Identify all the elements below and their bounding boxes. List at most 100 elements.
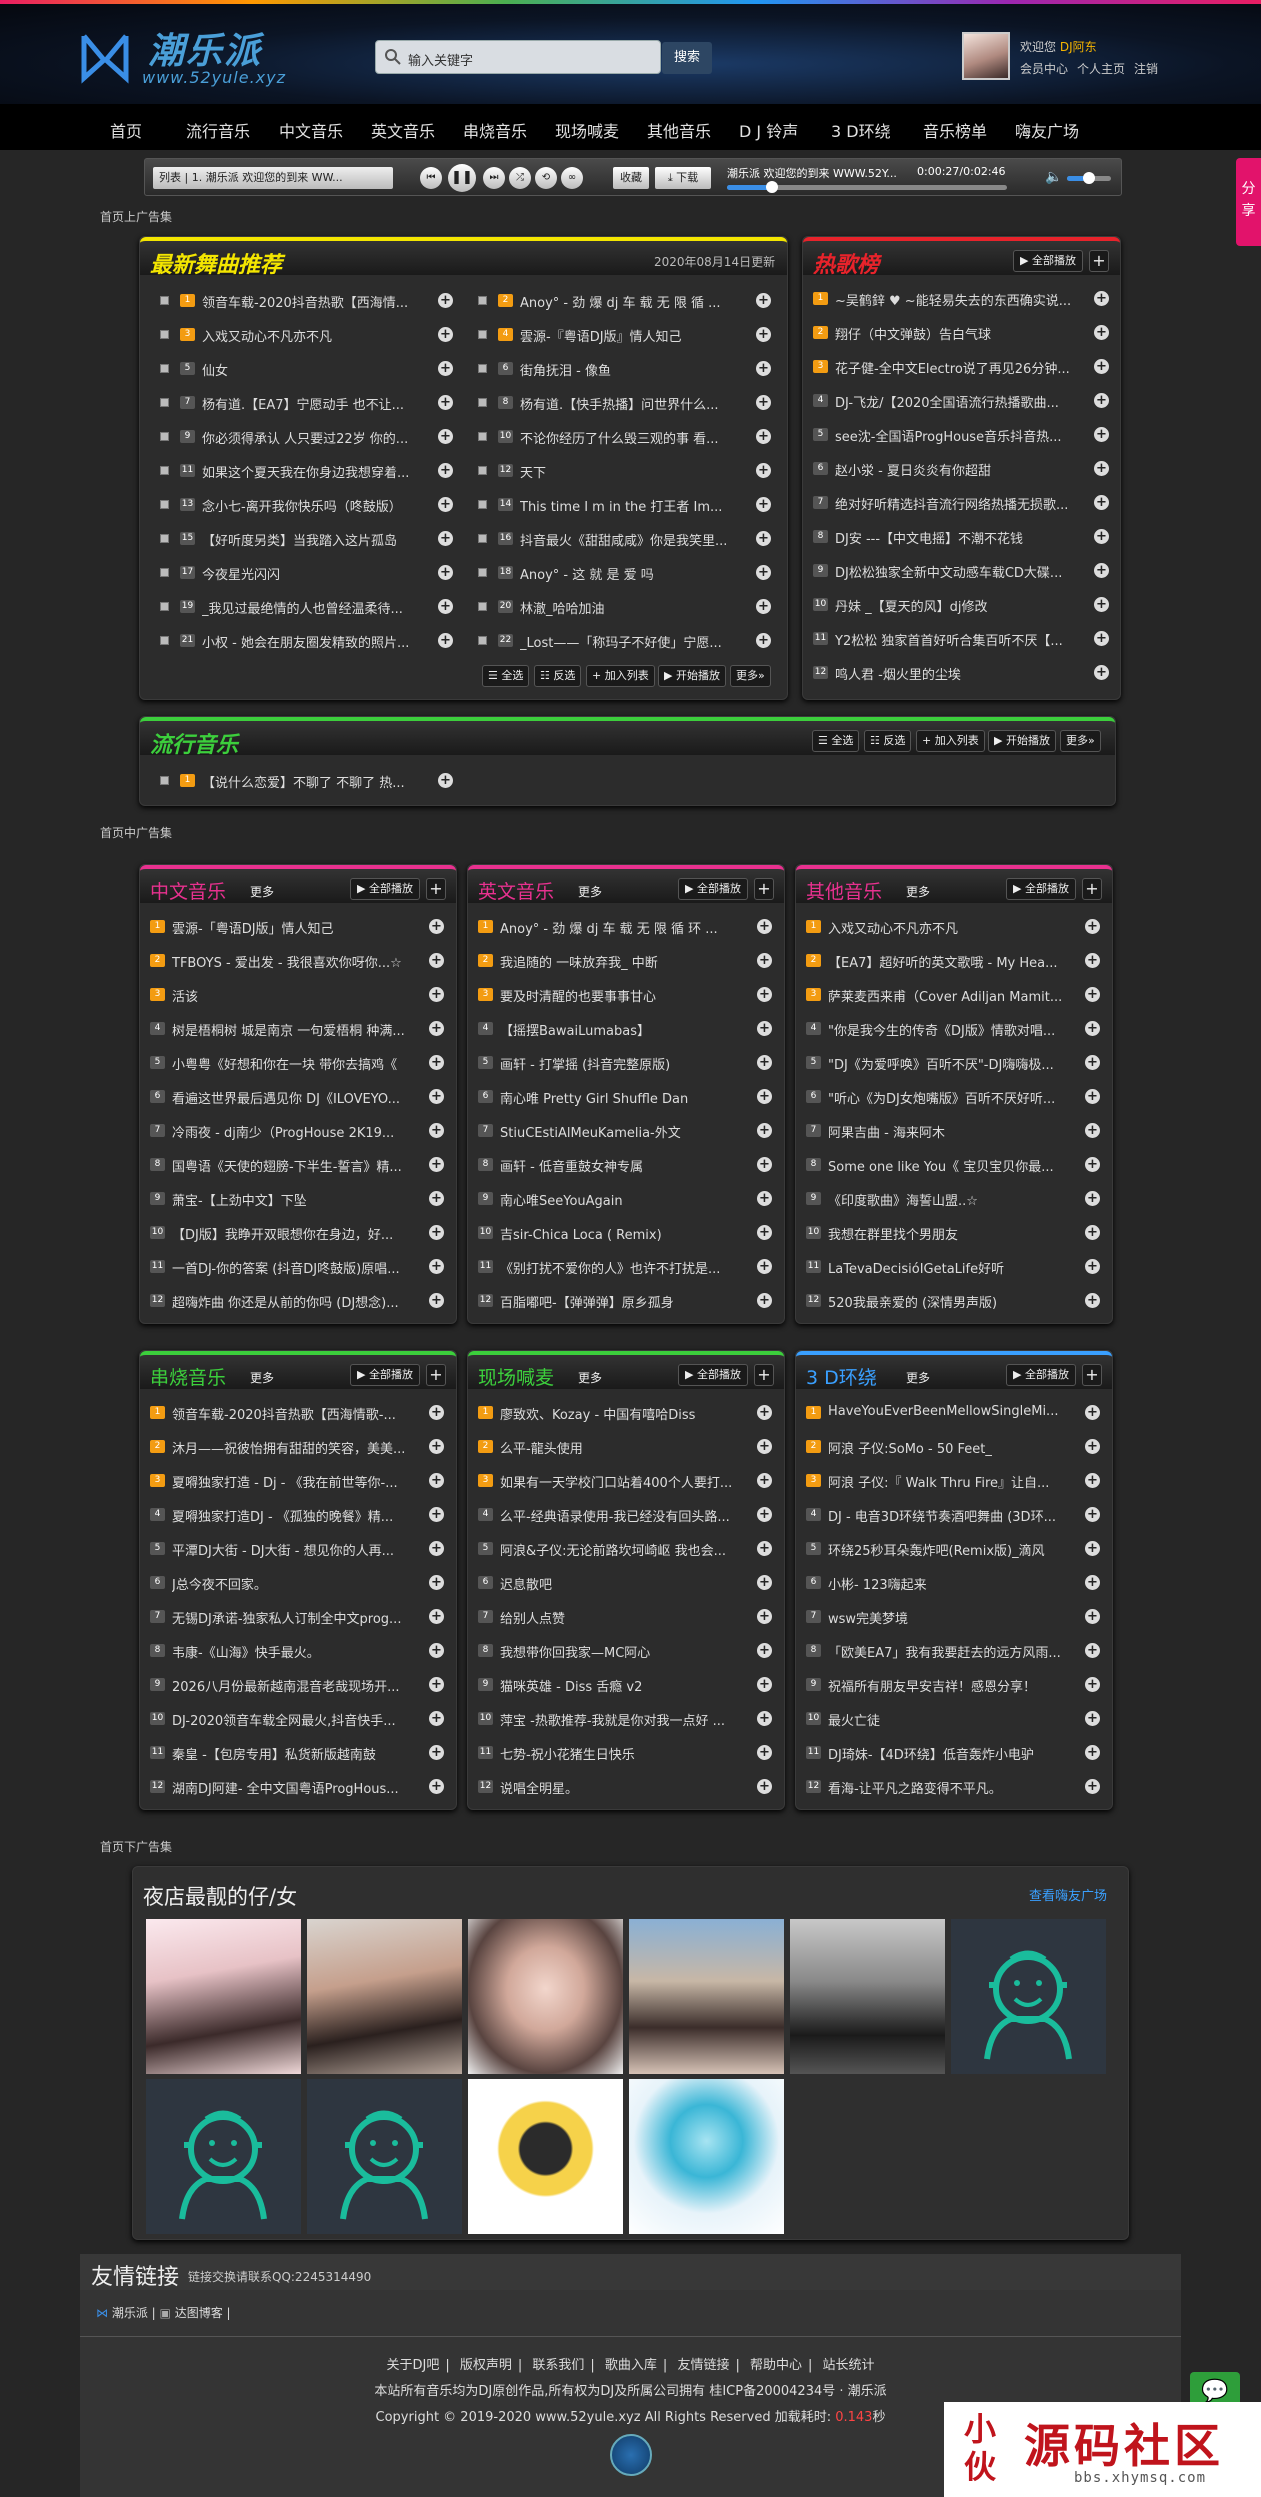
footer-link-upload[interactable]: 歌曲入库 bbox=[605, 2358, 657, 2373]
song-title[interactable]: 杨有道.【快手热播】问世界什么... bbox=[520, 394, 747, 413]
add-to-list-icon[interactable]: + bbox=[1085, 1439, 1100, 1454]
song-title[interactable]: _我见过最绝情的人也曾经温柔待... bbox=[202, 598, 429, 617]
song-row[interactable]: 5 平潭DJ大街 - DJ大街 - 想见你的人再... + bbox=[150, 1531, 446, 1565]
add-to-list-icon[interactable]: + bbox=[429, 1191, 444, 1206]
song-row[interactable]: 3 活该 + bbox=[150, 977, 446, 1011]
category-title[interactable]: 3 D环绕 bbox=[806, 1363, 877, 1390]
song-title[interactable]: 韦康-《山海》快手最火。 bbox=[172, 1642, 420, 1661]
list-action-button[interactable]: + 加入列表 bbox=[586, 665, 655, 687]
song-row[interactable]: 11 七势-祝小花猪生日快乐 + bbox=[478, 1735, 774, 1769]
default-avatar-icon[interactable] bbox=[951, 1919, 1106, 2074]
members-link[interactable]: 查看嗨友广场 bbox=[1029, 1885, 1107, 1904]
song-title[interactable]: 赵小泶 - 夏日炎炎有你超甜 bbox=[835, 460, 1085, 479]
song-title[interactable]: 超嗨炸曲 你还是从前的你吗 (DJ想念)... bbox=[172, 1292, 420, 1311]
add-to-list-icon[interactable]: + bbox=[756, 429, 771, 444]
song-title[interactable]: 要及时清醒的也要事事甘心 bbox=[500, 986, 748, 1005]
song-title[interactable]: Anoy° - 劲 爆 dj 车 载 无 限 循 ... bbox=[520, 292, 747, 311]
category-title[interactable]: 中文音乐 bbox=[150, 877, 226, 904]
song-title[interactable]: 翔仔（中文弹鼓）告白气球 bbox=[835, 324, 1085, 343]
song-title[interactable]: DJ - 电音3D环绕节奏酒吧舞曲 (3D环... bbox=[828, 1506, 1076, 1525]
song-row[interactable]: 11 Y2松松 独家首首好听合集百听不厌【... + bbox=[813, 621, 1111, 655]
add-to-list-icon[interactable]: + bbox=[757, 1405, 772, 1420]
add-to-list-icon[interactable]: + bbox=[756, 497, 771, 512]
song-row[interactable]: 1 入戏又动心不凡亦不凡 + bbox=[806, 909, 1102, 943]
add-to-list-icon[interactable]: + bbox=[1094, 529, 1109, 544]
song-title[interactable]: 领音车载-2020抖音热歌【西海情... bbox=[202, 292, 429, 311]
song-title[interactable]: 小彬- 123嗨起来 bbox=[828, 1574, 1076, 1593]
song-row[interactable]: 9 南心唯SeeYouAgain + bbox=[478, 1181, 774, 1215]
song-title[interactable]: 萍宝 -热歌推荐-我就是你对我一点好 ... bbox=[500, 1710, 748, 1729]
hot-play-all-button[interactable]: ▶ 全部播放 bbox=[1013, 250, 1083, 272]
progress-handle[interactable] bbox=[765, 181, 778, 193]
song-title[interactable]: ~吴鹤鋅 ♥ ~能轻易失去的东西确实说... bbox=[835, 290, 1085, 309]
nav-pop[interactable]: 流行音乐 bbox=[186, 118, 250, 142]
song-row[interactable]: 18 Anoy° - 这 就 是 爱 吗 + bbox=[478, 555, 773, 589]
add-to-list-icon[interactable]: + bbox=[757, 1779, 772, 1794]
song-title[interactable]: 杨有道.【EA7】宁愿动手 也不让... bbox=[202, 394, 429, 413]
footer-link-contact[interactable]: 联系我们 bbox=[532, 2358, 584, 2373]
add-to-list-icon[interactable]: + bbox=[1094, 393, 1109, 408]
song-title[interactable]: 画轩 - 低音重鼓女神专属 bbox=[500, 1156, 748, 1175]
song-checkbox[interactable] bbox=[478, 364, 487, 373]
member-photo[interactable] bbox=[307, 1919, 462, 2074]
add-to-list-icon[interactable]: + bbox=[1094, 325, 1109, 340]
add-to-list-icon[interactable]: + bbox=[429, 1779, 444, 1794]
song-title[interactable]: TFBOYS - 爱出发 - 我很喜欢你呀你...☆ bbox=[172, 952, 420, 971]
default-avatar-icon[interactable] bbox=[307, 2079, 462, 2234]
song-title[interactable]: 萧宝-【上劲中文】下坠 bbox=[172, 1190, 420, 1209]
song-row[interactable]: 5 仙女 + bbox=[160, 351, 455, 385]
add-to-list-icon[interactable]: + bbox=[438, 327, 453, 342]
add-to-list-icon[interactable]: + bbox=[1085, 1643, 1100, 1658]
song-title[interactable]: 一首DJ-你的答案 (抖音DJ咚鼓版)原唱... bbox=[172, 1258, 420, 1277]
song-title[interactable]: 给别人点赞 bbox=[500, 1608, 748, 1627]
category-play-all-button[interactable]: ▶ 全部播放 bbox=[678, 878, 748, 900]
add-to-list-icon[interactable]: + bbox=[438, 633, 453, 648]
song-checkbox[interactable] bbox=[160, 466, 169, 475]
add-to-list-icon[interactable]: + bbox=[438, 565, 453, 580]
song-row[interactable]: 11 DJ琦妹-【4D环绕】低音轰炸小电驴 + bbox=[806, 1735, 1102, 1769]
song-title[interactable]: 最火亡徒 bbox=[828, 1710, 1076, 1729]
add-to-list-icon[interactable]: + bbox=[757, 1541, 772, 1556]
category-play-all-button[interactable]: ▶ 全部播放 bbox=[350, 1364, 420, 1386]
song-row[interactable]: 7 杨有道.【EA7】宁愿动手 也不让... + bbox=[160, 385, 455, 419]
song-checkbox[interactable] bbox=[160, 500, 169, 509]
member-photo[interactable] bbox=[468, 1919, 623, 2074]
song-title[interactable]: "DJ《为爱呼唤》百听不厌"-DJ嗨嗨极... bbox=[828, 1054, 1076, 1073]
add-to-list-icon[interactable]: + bbox=[429, 1745, 444, 1760]
add-to-list-icon[interactable]: + bbox=[757, 1439, 772, 1454]
song-row[interactable]: 7 阿果吉曲 - 海来阿木 + bbox=[806, 1113, 1102, 1147]
song-row[interactable]: 7 无锡DJ承诺-独家私人订制全中文prog... + bbox=[150, 1599, 446, 1633]
song-title[interactable]: 说唱全明星。 bbox=[500, 1778, 748, 1797]
song-title[interactable]: 百脂嘟吧-【弹弹弹】原乡孤身 bbox=[500, 1292, 748, 1311]
category-play-all-button[interactable]: ▶ 全部播放 bbox=[678, 1364, 748, 1386]
song-row[interactable]: 14 This time I m in the 打王者 Im... + bbox=[478, 487, 773, 521]
song-row[interactable]: 9 萧宝-【上劲中文】下坠 + bbox=[150, 1181, 446, 1215]
nav-live-mc[interactable]: 现场喊麦 bbox=[555, 118, 619, 142]
song-title[interactable]: 环绕25秒耳朵轰炸吧(Remix版)_滴风 bbox=[828, 1540, 1076, 1559]
add-to-list-icon[interactable]: + bbox=[1085, 1507, 1100, 1522]
song-title[interactable]: 《印度歌曲》海誓山盟..☆ bbox=[828, 1190, 1076, 1209]
song-row[interactable]: 9 2026八月份最新越南混音老哉现场开... + bbox=[150, 1667, 446, 1701]
song-row[interactable]: 10 我想在群里找个男朋友 + bbox=[806, 1215, 1102, 1249]
song-title[interactable]: 秦皇 -【包房专用】私货新版越南鼓 bbox=[172, 1744, 420, 1763]
song-checkbox[interactable] bbox=[478, 636, 487, 645]
song-row[interactable]: 2 Anoy° - 劲 爆 dj 车 载 无 限 循 ... + bbox=[478, 283, 773, 317]
song-checkbox[interactable] bbox=[160, 296, 169, 305]
song-row[interactable]: 5 "DJ《为爱呼唤》百听不厌"-DJ嗨嗨极... + bbox=[806, 1045, 1102, 1079]
category-more-link[interactable]: 更多 bbox=[250, 1369, 274, 1386]
add-to-list-icon[interactable]: + bbox=[438, 361, 453, 376]
song-title[interactable]: 街角抚泪 - 像鱼 bbox=[520, 360, 747, 379]
song-checkbox[interactable] bbox=[478, 568, 487, 577]
add-to-list-icon[interactable]: + bbox=[1085, 1779, 1100, 1794]
song-title[interactable]: 南心唯 Pretty Girl Shuffle Dan bbox=[500, 1088, 748, 1107]
song-row[interactable]: 12 百脂嘟吧-【弹弹弹】原乡孤身 + bbox=[478, 1283, 774, 1317]
share-tab[interactable]: 分享 bbox=[1236, 158, 1261, 246]
add-to-list-icon[interactable]: + bbox=[429, 1507, 444, 1522]
song-title[interactable]: 平潭DJ大街 - DJ大街 - 想见你的人再... bbox=[172, 1540, 420, 1559]
category-play-all-button[interactable]: ▶ 全部播放 bbox=[1006, 878, 1076, 900]
song-title[interactable]: 树是梧桐树 城是南京 一句爱梧桐 种满... bbox=[172, 1020, 420, 1039]
song-row[interactable]: 4 树是梧桐树 城是南京 一句爱梧桐 种满... + bbox=[150, 1011, 446, 1045]
nav-square[interactable]: 嗨友广场 bbox=[1015, 118, 1079, 142]
list-action-button[interactable]: ▶ 开始播放 bbox=[988, 730, 1056, 752]
member-center-link[interactable]: 会员中心 bbox=[1020, 62, 1068, 76]
